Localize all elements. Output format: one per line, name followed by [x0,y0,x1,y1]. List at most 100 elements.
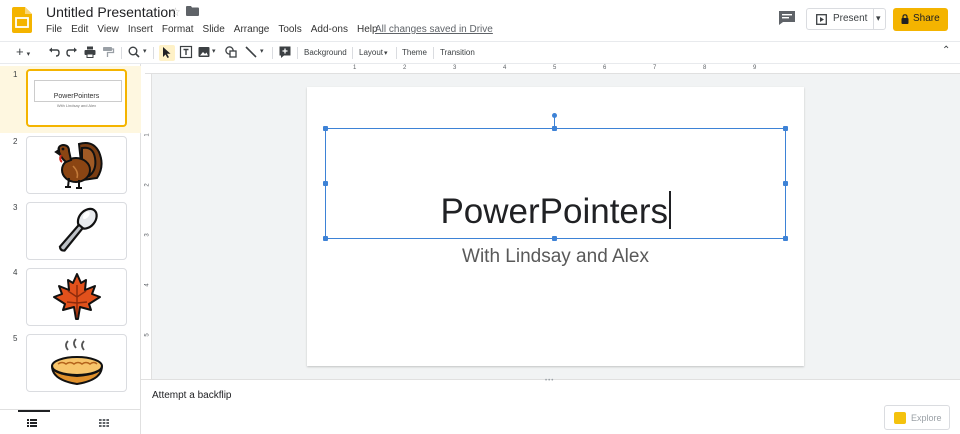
resize-handle[interactable] [323,236,328,241]
folder-icon[interactable] [186,6,199,16]
slide-thumbnail-4[interactable] [26,268,127,326]
slide-canvas[interactable]: PowerPointers With Lindsay and Alex [307,87,804,366]
ruler-label: 1 [353,65,357,71]
select-tool-icon[interactable] [159,45,175,61]
lock-icon [901,14,909,24]
share-button[interactable]: Share [893,8,948,31]
present-divider [873,9,874,29]
shape-icon[interactable] [224,45,238,61]
comment-icon[interactable] [778,10,796,26]
menu-slide[interactable]: Slide [203,24,225,38]
star-icon[interactable]: ☆ [170,5,181,19]
rotate-handle[interactable] [552,113,557,118]
text-cursor [669,191,671,229]
thumbnail-subtitle: With Lindsay and Alex [56,103,97,108]
present-button[interactable]: Present ▾ [806,8,886,30]
ruler-label: 2 [144,183,151,187]
chevron-down-icon[interactable]: ▾ [876,13,881,24]
slide-title-text: PowerPointers [440,192,669,231]
menu-insert[interactable]: Insert [128,24,153,38]
paint-format-icon[interactable] [101,45,115,61]
zoom-button[interactable]: ▾ [127,45,147,61]
resize-handle[interactable] [552,126,557,131]
resize-handle[interactable] [783,126,788,131]
resize-handle[interactable] [783,236,788,241]
vertical-ruler[interactable]: 1 2 3 4 5 [145,74,152,379]
transition-button[interactable]: Transition [440,48,475,57]
save-status-link[interactable]: All changes saved in Drive [375,24,493,35]
thumbnail-title: PowerPointers [53,93,100,100]
ruler-label: 1 [144,133,151,137]
slide-canvas-area[interactable]: PowerPointers With Lindsay and Alex [152,74,960,379]
layout-label: Layout [359,48,384,57]
slide-number: 5 [13,334,18,343]
ruler-label: 5 [553,65,557,71]
toolbar-divider [272,47,273,59]
resize-handle[interactable] [323,126,328,131]
explore-label: Explore [911,413,942,423]
ruler-label: 7 [653,65,657,71]
explore-button[interactable]: Explore [884,405,950,430]
slide-thumbnail-5[interactable] [26,334,127,392]
document-title[interactable]: Untitled Presentation [46,4,176,20]
slide-number: 4 [13,268,18,277]
menu-format[interactable]: Format [162,24,194,38]
menu-file[interactable]: File [46,24,62,38]
menu-bar: File Edit View Insert Format Slide Arran… [46,24,378,38]
pie-icon [50,338,103,386]
undo-icon[interactable] [47,45,61,61]
toolbar-divider [433,47,434,59]
horizontal-ruler[interactable]: 1 2 3 4 5 6 7 8 9 [145,64,960,74]
turkey-icon [53,142,103,189]
toolbar-divider [153,47,154,59]
slide-title[interactable]: PowerPointers [307,191,804,232]
collapse-toolbar-icon[interactable]: ⌃ [942,45,950,61]
resize-handle[interactable] [323,181,328,186]
filmstrip-view-icon[interactable] [27,419,37,427]
new-slide-button[interactable]: + ▾ [16,45,30,61]
ruler-label: 4 [144,283,151,287]
filmstrip-footer [0,409,141,434]
layout-button[interactable]: Layout▾ [359,48,388,57]
slide-thumbnail-2[interactable] [26,136,127,194]
slide-thumbnail-1[interactable]: PowerPointers With Lindsay and Alex [26,69,127,127]
speaker-notes[interactable]: Attempt a backflip [152,390,231,401]
slides-logo-icon[interactable] [12,7,32,33]
redo-icon[interactable] [65,45,79,61]
background-button[interactable]: Background [304,48,347,57]
toolbar-divider [352,47,353,59]
menu-arrange[interactable]: Arrange [234,24,270,38]
drag-handle-icon[interactable]: ••• [545,378,554,384]
active-view-indicator [18,410,50,412]
text-box-icon[interactable] [179,45,193,61]
toolbar: + ▾ ▾ ▾ ▾ Background Layout▾ Theme Transi… [0,41,960,64]
menu-tools[interactable]: Tools [278,24,301,38]
print-icon[interactable] [83,45,97,61]
toolbar-divider [121,47,122,59]
resize-handle[interactable] [552,236,557,241]
grid-view-icon[interactable] [99,419,109,427]
ruler-label: 3 [453,65,457,71]
theme-button[interactable]: Theme [402,48,427,57]
share-label: Share [913,13,940,24]
app-header: Untitled Presentation ☆ File Edit View I… [0,0,960,40]
explore-icon [894,412,906,424]
slide-subtitle[interactable]: With Lindsay and Alex [307,246,804,268]
menu-view[interactable]: View [97,24,119,38]
present-label: Present [833,13,868,24]
image-icon[interactable]: ▾ [197,45,216,61]
slide-number: 3 [13,203,18,212]
toolbar-divider [297,47,298,59]
menu-addons[interactable]: Add-ons [311,24,348,38]
slide-number: 2 [13,137,18,146]
slide-thumbnail-3[interactable] [26,202,127,260]
add-comment-icon[interactable] [278,45,292,61]
ruler-label: 5 [144,333,151,337]
ruler-label: 2 [403,65,407,71]
resize-handle[interactable] [783,181,788,186]
ruler-label: 4 [503,65,507,71]
line-icon[interactable]: ▾ [244,45,264,61]
spoon-icon [58,207,98,252]
ruler-label: 8 [703,65,707,71]
menu-edit[interactable]: Edit [71,24,88,38]
